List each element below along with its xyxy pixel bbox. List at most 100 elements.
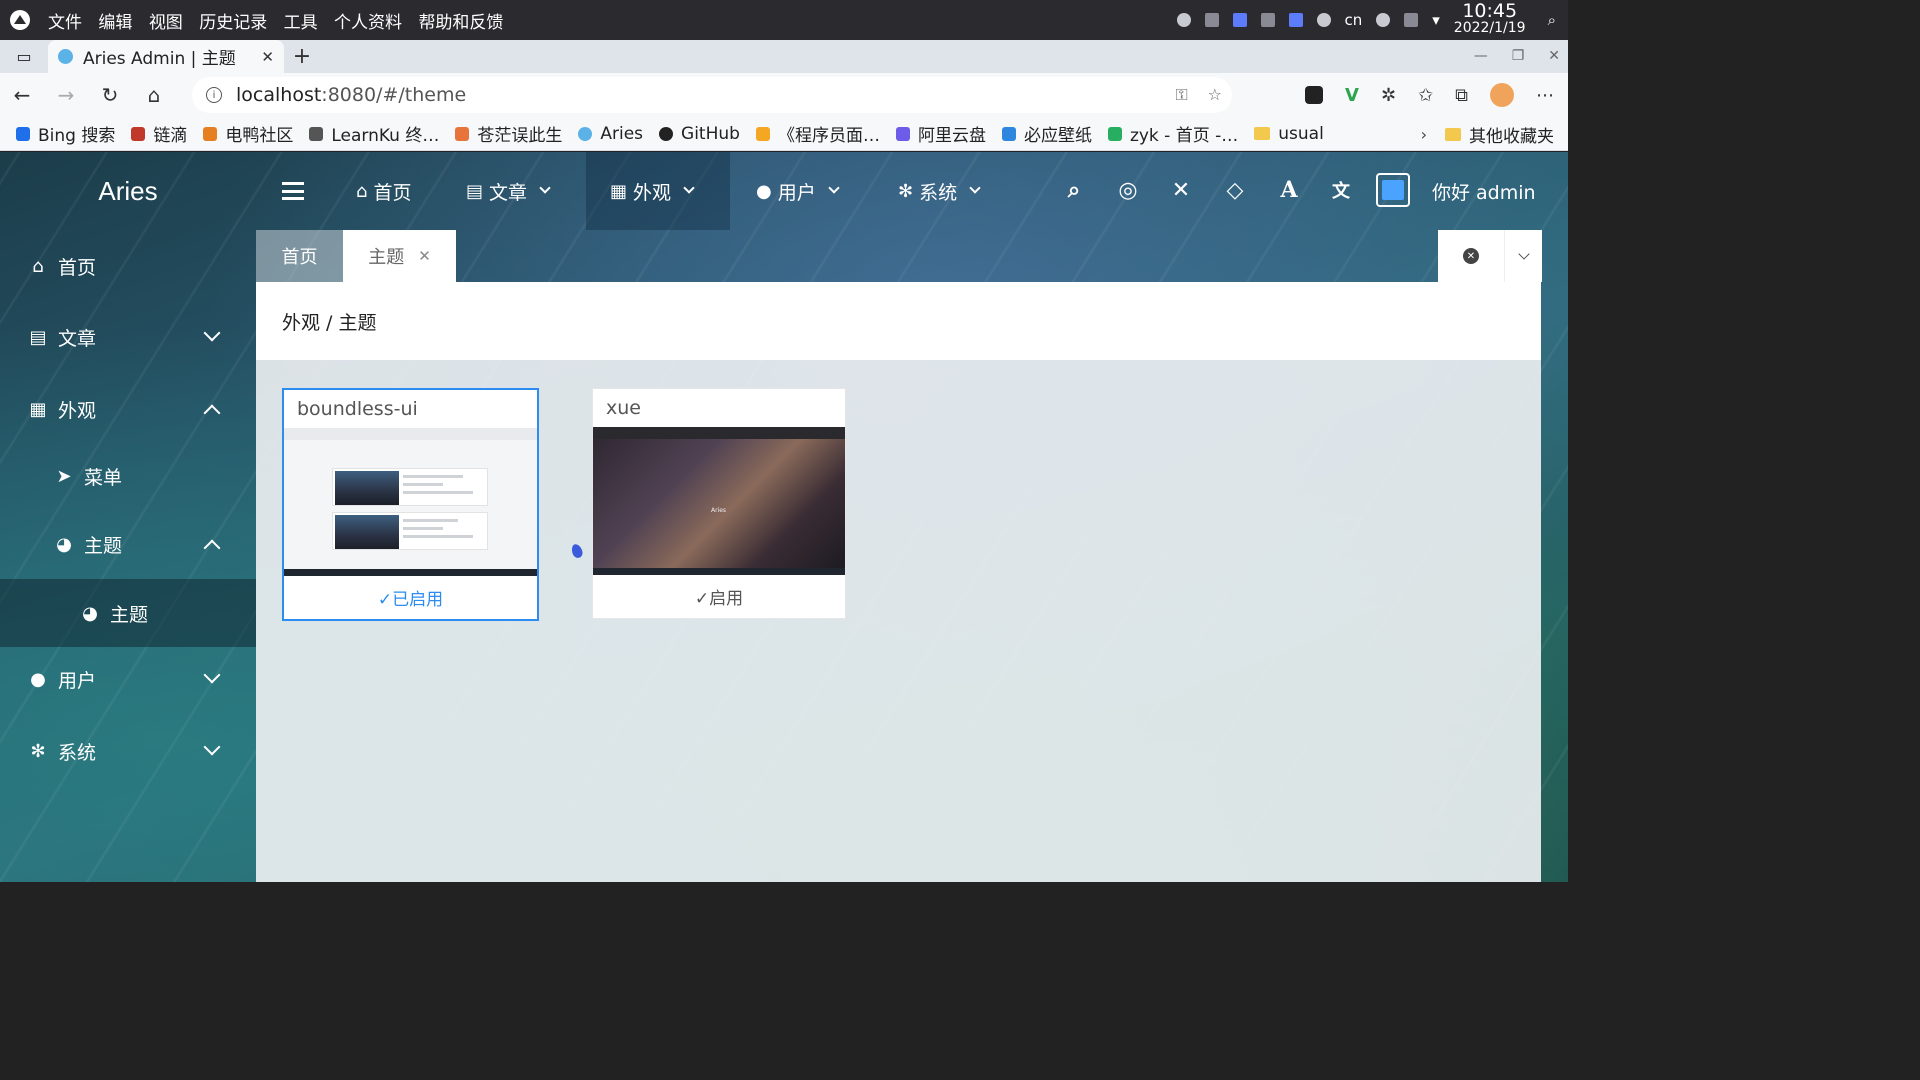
os-menu-help[interactable]: 帮助和反馈 [418, 13, 503, 33]
sidebar-item-label: 用户 [58, 669, 97, 692]
sidebar-item-theme[interactable]: ◕ 主题 [0, 510, 256, 578]
forward-icon[interactable]: → [44, 73, 88, 117]
bookmark[interactable]: 阿里云盘 [895, 121, 986, 146]
fullscreen-icon[interactable]: ✕ [1167, 176, 1195, 204]
theme-card[interactable]: boundless-ui ✓已启用 [282, 388, 539, 621]
sidebar-item-user[interactable]: ● 用户 [0, 645, 256, 713]
sidebar-item-system[interactable]: ✻ 系统 [0, 717, 256, 785]
sidebar-item-theme-sub[interactable]: ◕ 主题 [0, 579, 256, 647]
bookmark[interactable]: GitHub [659, 124, 740, 144]
page-tab-label: 首页 [281, 247, 318, 268]
bookmark[interactable]: 苍茫误此生 [455, 121, 562, 146]
volume-icon[interactable] [1404, 13, 1419, 27]
tray-dropdown-icon[interactable]: ▾ [1432, 11, 1440, 29]
more-icon[interactable]: ⋯ [1536, 85, 1554, 106]
search-icon[interactable]: ⌕ [1548, 11, 1556, 29]
bookmark[interactable]: Bing 搜索 [16, 121, 115, 146]
chevron-right-icon[interactable]: › [1421, 125, 1427, 144]
clock[interactable]: 10:45 2022/1/19 [1454, 2, 1526, 37]
tab-menu-button[interactable] [1505, 230, 1542, 282]
favorites-icon[interactable]: ✩ [1418, 85, 1433, 106]
sidebar-item-article[interactable]: ▤ 文章 [0, 303, 256, 371]
search-icon[interactable]: ⌕ [1060, 176, 1088, 204]
minimize-icon[interactable]: — [1474, 48, 1488, 64]
bookmark[interactable]: 电鸭社区 [203, 121, 293, 146]
page-tab-theme[interactable]: 主题 ✕ [343, 230, 456, 282]
chevron-down-icon [539, 182, 551, 194]
bookmark[interactable]: 必应壁纸 [1001, 121, 1092, 146]
bookmark[interactable]: zyk - 首页 -… [1107, 121, 1238, 146]
user-greeting[interactable]: 你好 admin [1432, 152, 1536, 230]
close-icon[interactable]: ✕ [261, 48, 274, 66]
bookmark[interactable]: Aries [578, 124, 643, 144]
os-menu-file[interactable]: 文件 [48, 13, 82, 33]
chevron-down-icon [969, 182, 981, 194]
new-tab-button[interactable]: + [284, 40, 320, 73]
extension-icon[interactable] [1305, 86, 1324, 104]
key-icon[interactable]: ⚿ [1175, 85, 1187, 105]
preview-post [332, 512, 488, 550]
translate-icon[interactable]: 文 [1327, 176, 1355, 204]
page-tab-home[interactable]: 首页 [256, 230, 343, 282]
address-bar[interactable]: i localhost:8080/#/theme ⚿ ☆ [192, 77, 1232, 113]
theme-card[interactable]: xue Aries ✓启用 [592, 388, 846, 619]
screen-icon[interactable] [1204, 13, 1219, 27]
os-menu-history[interactable]: 历史记录 [199, 13, 267, 33]
brand-logo[interactable]: Aries [0, 152, 256, 230]
bookmark-label: 电鸭社区 [225, 126, 294, 146]
tab-actions-icon[interactable]: ▭ [0, 40, 48, 73]
clipboard-icon[interactable] [1260, 13, 1275, 27]
input-method-icon[interactable] [1288, 13, 1303, 27]
diamond-icon[interactable]: ◇ [1221, 176, 1249, 204]
wifi-icon[interactable] [1376, 13, 1391, 27]
os-menu-profile[interactable]: 个人资料 [334, 13, 402, 33]
bookmark[interactable]: 《程序员面… [755, 121, 880, 146]
user-icon: ● [30, 668, 46, 690]
close-tabs-button[interactable]: ✕ [1438, 230, 1505, 282]
window-close-icon[interactable]: ✕ [1548, 48, 1560, 64]
notification-icon[interactable] [1176, 13, 1191, 27]
restore-icon[interactable]: ❐ [1512, 48, 1525, 64]
site-info-icon[interactable]: i [206, 87, 222, 103]
enable-theme-button[interactable]: ✓启用 [593, 575, 845, 618]
chevron-down-icon [203, 324, 221, 342]
location-icon[interactable] [1316, 13, 1331, 27]
sidebar-item-label: 首页 [58, 256, 97, 279]
back-icon[interactable]: ← [0, 73, 44, 117]
topnav-appearance[interactable]: ▦ 外观 [586, 152, 730, 230]
bookmark[interactable]: 链滴 [131, 121, 187, 146]
other-bookmarks[interactable]: 其他收藏夹 [1445, 122, 1554, 147]
url-host: localhost [236, 84, 322, 106]
folder-icon [1254, 127, 1271, 140]
sidebar-item-label: 系统 [58, 741, 97, 764]
refresh-icon[interactable]: ↻ [88, 73, 132, 117]
topnav-home[interactable]: ⌂ 首页 [356, 152, 411, 230]
bookmark[interactable]: LearnKu 终… [309, 121, 439, 146]
home-icon[interactable]: ⌂ [132, 73, 176, 117]
user-icon[interactable] [1232, 13, 1247, 27]
puzzle-icon[interactable]: ✲ [1381, 85, 1396, 106]
collections-icon[interactable]: ⧉ [1455, 85, 1468, 106]
topnav-user[interactable]: ● 用户 [756, 152, 840, 230]
target-icon[interactable]: ◎ [1114, 176, 1142, 204]
os-menu-tools[interactable]: 工具 [284, 13, 318, 33]
topnav-system[interactable]: ✻ 系统 [898, 152, 981, 230]
bookmark-folder[interactable]: usual [1254, 124, 1324, 144]
preview-dock [593, 568, 845, 575]
hamburger-icon[interactable] [282, 182, 304, 200]
browser-tab[interactable]: Aries Admin | 主题 ✕ [48, 40, 284, 73]
topnav-article[interactable]: ▤ 文章 [466, 152, 551, 230]
vue-devtools-icon[interactable]: V [1345, 85, 1359, 106]
sidebar-item-appearance[interactable]: ▦ 外观 [0, 375, 256, 443]
font-icon[interactable]: A [1275, 176, 1303, 204]
os-menu-edit[interactable]: 编辑 [98, 13, 132, 33]
close-icon[interactable]: ✕ [418, 247, 431, 265]
favorite-star-icon[interactable]: ☆ [1208, 85, 1222, 105]
os-menu-view[interactable]: 视图 [149, 13, 183, 33]
os-logo-icon[interactable] [10, 10, 30, 30]
profile-avatar[interactable] [1490, 83, 1514, 107]
theme-color-button[interactable] [1376, 173, 1410, 207]
sidebar-item-home[interactable]: ⌂ 首页 [0, 232, 256, 300]
language-indicator[interactable]: cn [1345, 11, 1363, 29]
sidebar-item-menu[interactable]: ➤ 菜单 [0, 442, 256, 510]
